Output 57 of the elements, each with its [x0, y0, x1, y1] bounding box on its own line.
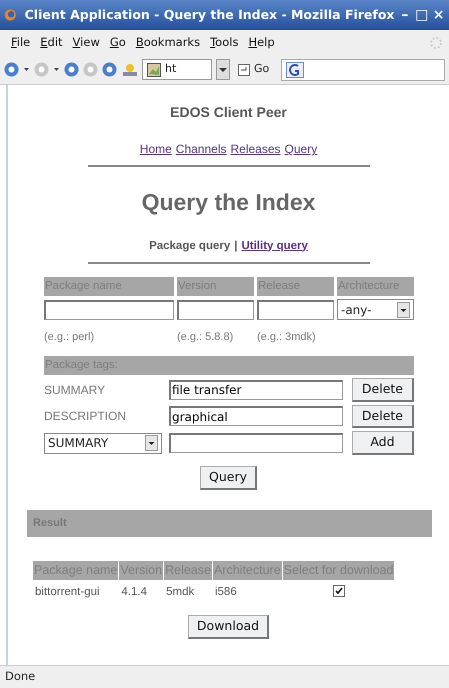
menu-item[interactable]: Edit	[35, 34, 68, 52]
delete-button[interactable]: Delete	[352, 378, 414, 402]
caret-icon	[219, 66, 227, 72]
query-tab[interactable]: Package query	[149, 238, 230, 255]
checkbox[interactable]	[332, 585, 345, 598]
download-button[interactable]: Download	[188, 614, 270, 638]
delete-button[interactable]: Delete	[352, 404, 414, 428]
input-field[interactable]	[257, 300, 334, 320]
tag-name: DESCRIPTION	[44, 409, 126, 424]
nav-link[interactable]: Channels	[176, 140, 226, 158]
table-cell-text: i586	[214, 584, 238, 600]
sun-icon[interactable]	[121, 62, 138, 77]
minimize-button[interactable]: –	[398, 4, 412, 26]
page-heading: Query the Index	[140, 188, 316, 217]
search-field[interactable]	[281, 58, 445, 80]
throbber-icon	[429, 36, 443, 50]
dropdown-button[interactable]	[216, 59, 230, 80]
nav-link[interactable]: Query	[284, 140, 318, 158]
page-icon	[147, 62, 161, 76]
menu-item[interactable]: Bookmarks	[130, 34, 206, 52]
nav-link[interactable]: Releases	[230, 140, 281, 158]
tag-select[interactable]: SUMMARY	[44, 432, 162, 454]
status-text: Done	[5, 668, 36, 686]
caret-icon	[397, 302, 410, 318]
caret-icon	[145, 435, 158, 452]
close-button[interactable]: ×	[432, 4, 445, 26]
table-cell-text: 5mdk	[165, 584, 196, 600]
menu-item[interactable]: View	[68, 34, 105, 52]
site-title: EDOS Client Peer	[169, 103, 288, 122]
menu-item[interactable]: Help	[243, 34, 280, 52]
nav-link[interactable]: Home	[140, 140, 172, 158]
go-button[interactable]: Go	[238, 61, 270, 78]
separator: |	[234, 238, 238, 254]
add-button[interactable]: Add	[352, 431, 414, 455]
menu-item[interactable]: Go	[104, 34, 131, 52]
hint-text: (e.g.: 5.8.8)	[177, 331, 234, 343]
maximize-button[interactable]: □	[415, 4, 428, 26]
tag-value-field[interactable]: file transfer	[169, 380, 343, 400]
search-engine-icon	[286, 62, 304, 78]
tag-value-field[interactable]: graphical	[169, 406, 343, 426]
hint-text: (e.g.: perl)	[44, 331, 94, 343]
window-title: Client Application - Query the Index - Mozilla Firefox	[24, 6, 394, 24]
query-tab-link[interactable]: Utility query	[241, 238, 308, 255]
menu-item[interactable]: File	[6, 34, 36, 52]
tag-name: SUMMARY	[44, 382, 106, 397]
browser-logo-icon	[4, 7, 17, 23]
query-button[interactable]: Query	[200, 466, 257, 490]
go-icon	[238, 64, 250, 76]
input-field[interactable]	[177, 300, 254, 320]
architecture-select[interactable]: -any-	[337, 299, 414, 320]
menu-item[interactable]: Tools	[205, 34, 244, 52]
input-field[interactable]	[44, 300, 174, 320]
table-cell-text: bittorrent-gui	[34, 584, 101, 600]
table-cell-text: 4.1.4	[120, 584, 148, 600]
hint-text: (e.g.: 3mdk)	[257, 331, 316, 343]
tag-value-field[interactable]	[169, 433, 343, 454]
address-field[interactable]: ht	[142, 59, 212, 80]
